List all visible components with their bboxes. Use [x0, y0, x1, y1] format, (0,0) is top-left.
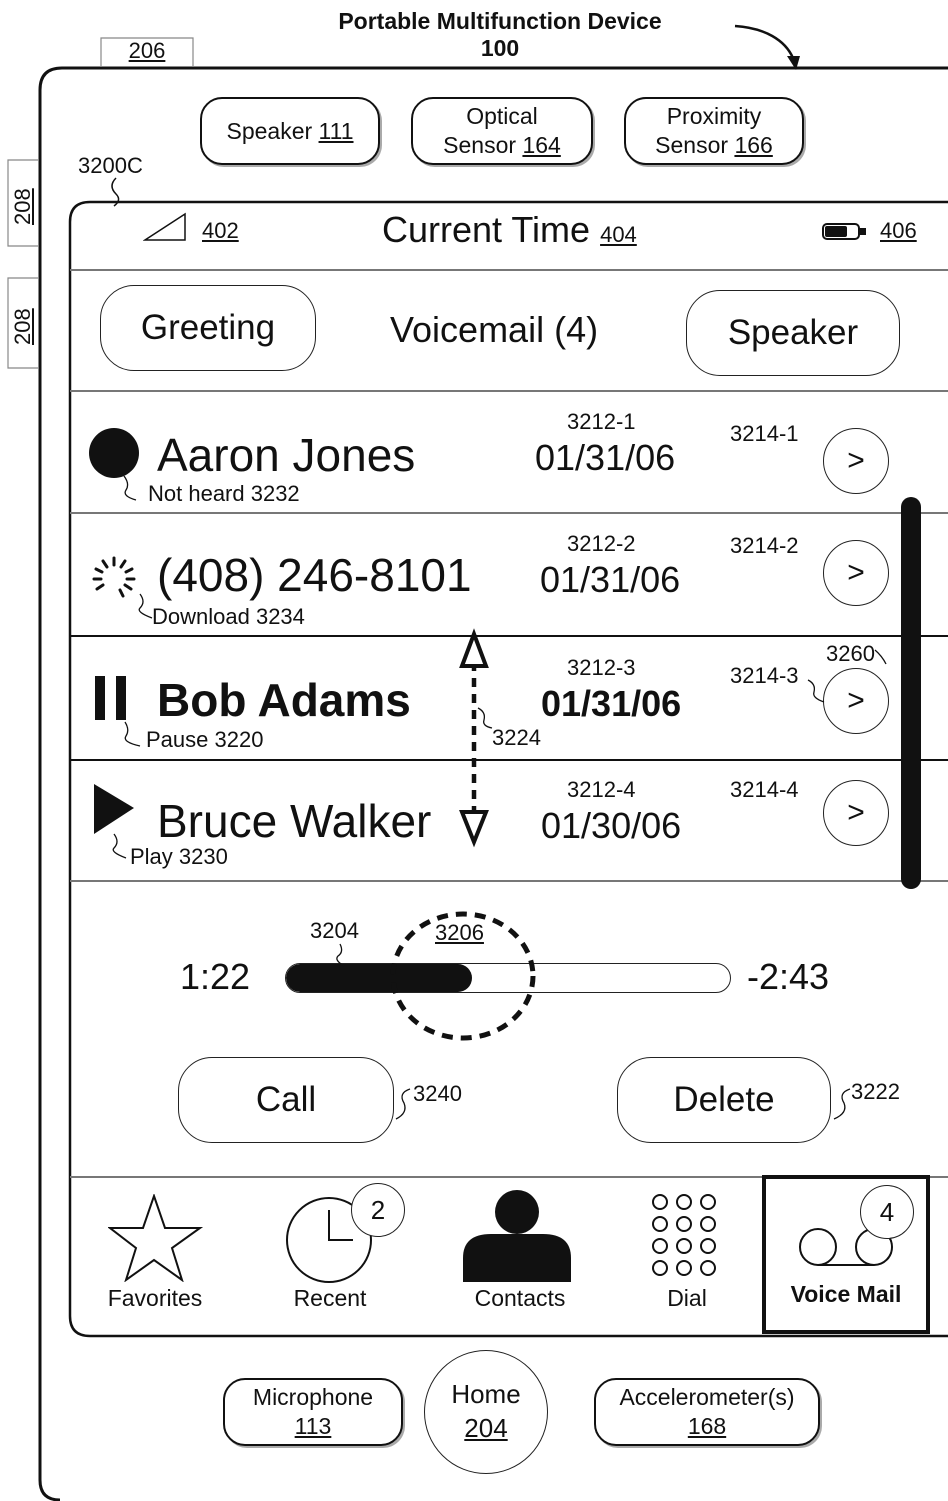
date-ref: 3212-2 — [567, 531, 636, 556]
status-time-ref: 404 — [600, 222, 637, 247]
row-divider — [70, 880, 948, 882]
tab-favorites[interactable]: Favorites — [80, 1176, 230, 1334]
call-ref: 3240 — [413, 1081, 462, 1106]
speaker-hardware: Speaker 111 — [200, 97, 380, 165]
person-icon — [463, 1190, 571, 1282]
delete-ref: 3222 — [851, 1079, 900, 1104]
ref-206: 206 — [128, 38, 166, 63]
battery-icon — [822, 223, 866, 240]
home-button[interactable]: Home 204 — [424, 1350, 548, 1474]
voicemail-date: 01/31/06 — [540, 559, 681, 600]
tab-label: Recent — [293, 1285, 367, 1311]
pause-icon — [95, 676, 141, 747]
proximity-label-1: Proximity — [666, 103, 762, 130]
tab-voicemail[interactable]: 4 Voice Mail — [762, 1175, 930, 1334]
recent-badge: 2 — [351, 1183, 405, 1237]
tab-contacts[interactable]: Contacts — [445, 1176, 595, 1334]
greeting-button[interactable]: Greeting — [100, 285, 316, 371]
drag-ref: 3224 — [492, 725, 541, 750]
optical-ref: 164 — [522, 132, 561, 158]
voicemail-status: Pause 3220 — [146, 727, 264, 752]
speaker-button[interactable]: Speaker — [686, 290, 900, 376]
tab-recent[interactable]: 2 Recent — [255, 1176, 405, 1334]
microphone-ref: 113 — [294, 1413, 332, 1439]
star-icon — [108, 1194, 204, 1282]
voicemail-name: Bob Adams — [157, 674, 411, 726]
optical-label-2: Sensor — [443, 132, 517, 158]
unheard-dot-icon — [89, 428, 139, 501]
voicemail-name: (408) 246-8101 — [157, 549, 472, 601]
keypad-icon — [652, 1194, 716, 1276]
tab-dial[interactable]: Dial — [612, 1176, 762, 1334]
ref-208-b: 208 — [10, 308, 35, 345]
status-title-text: Current Time — [382, 209, 591, 250]
battery-ref: 406 — [880, 218, 917, 243]
accelerometer-hardware: Accelerometer(s) 168 — [594, 1378, 820, 1446]
remaining-time: -2:43 — [747, 956, 830, 997]
tab-label: Dial — [667, 1285, 707, 1311]
home-ref: 204 — [464, 1413, 508, 1443]
voicemail-title: Voicemail (4) — [390, 309, 599, 350]
signal-ref: 402 — [202, 218, 239, 243]
progress-ref-leader — [336, 943, 345, 967]
date-ref: 3212-1 — [567, 409, 636, 434]
tab-label: Voice Mail — [790, 1281, 902, 1307]
optical-sensor-hardware: Optical Sensor 164 — [411, 97, 593, 165]
microphone-label: Microphone — [252, 1384, 374, 1411]
voicemail-status: Not heard 3232 — [148, 481, 300, 506]
row-divider — [70, 512, 948, 514]
delete-button[interactable]: Delete — [617, 1057, 831, 1143]
voicemail-badge: 4 — [860, 1185, 914, 1239]
toolbar-divider — [70, 390, 948, 392]
download-spinner-icon — [92, 556, 153, 619]
voicemail-status: Play 3230 — [130, 844, 228, 869]
speaker-ref: 111 — [318, 117, 354, 144]
proximity-label-2: Sensor — [655, 132, 729, 158]
call-button[interactable]: Call — [178, 1057, 394, 1143]
optical-label-1: Optical — [466, 103, 538, 130]
elapsed-time: 1:22 — [180, 956, 251, 997]
proximity-ref: 166 — [734, 132, 773, 158]
ref-3200c: 3200C — [78, 153, 143, 178]
home-label: Home — [451, 1379, 521, 1410]
voicemail-status: Download 3234 — [152, 604, 305, 629]
ref-208-a: 208 — [10, 188, 35, 225]
voicemail-date: 01/31/06 — [535, 437, 676, 478]
scrubber-ref: 3206 — [435, 920, 484, 945]
detail-chevron-button[interactable]: > — [823, 428, 889, 494]
status-divider — [70, 269, 948, 271]
detail-ref: 3214-2 — [730, 533, 799, 558]
microphone-hardware: Microphone 113 — [223, 1378, 403, 1446]
detail-chevron-button[interactable]: > — [823, 540, 889, 606]
speaker-label: Speaker — [226, 117, 313, 144]
voicemail-name: Aaron Jones — [157, 429, 416, 481]
tab-label: Favorites — [107, 1285, 203, 1311]
voicemail-name: Bruce Walker — [157, 795, 432, 847]
accelerometer-label: Accelerometer(s) — [619, 1384, 795, 1411]
tab-label: Contacts — [474, 1285, 566, 1311]
proximity-sensor-hardware: Proximity Sensor 166 — [624, 97, 804, 165]
progress-ref: 3204 — [310, 918, 359, 943]
status-title: Current Time 404 — [382, 212, 637, 248]
detail-ref: 3214-1 — [730, 421, 799, 446]
accelerometer-ref: 168 — [687, 1413, 727, 1439]
signal-icon — [143, 212, 186, 241]
